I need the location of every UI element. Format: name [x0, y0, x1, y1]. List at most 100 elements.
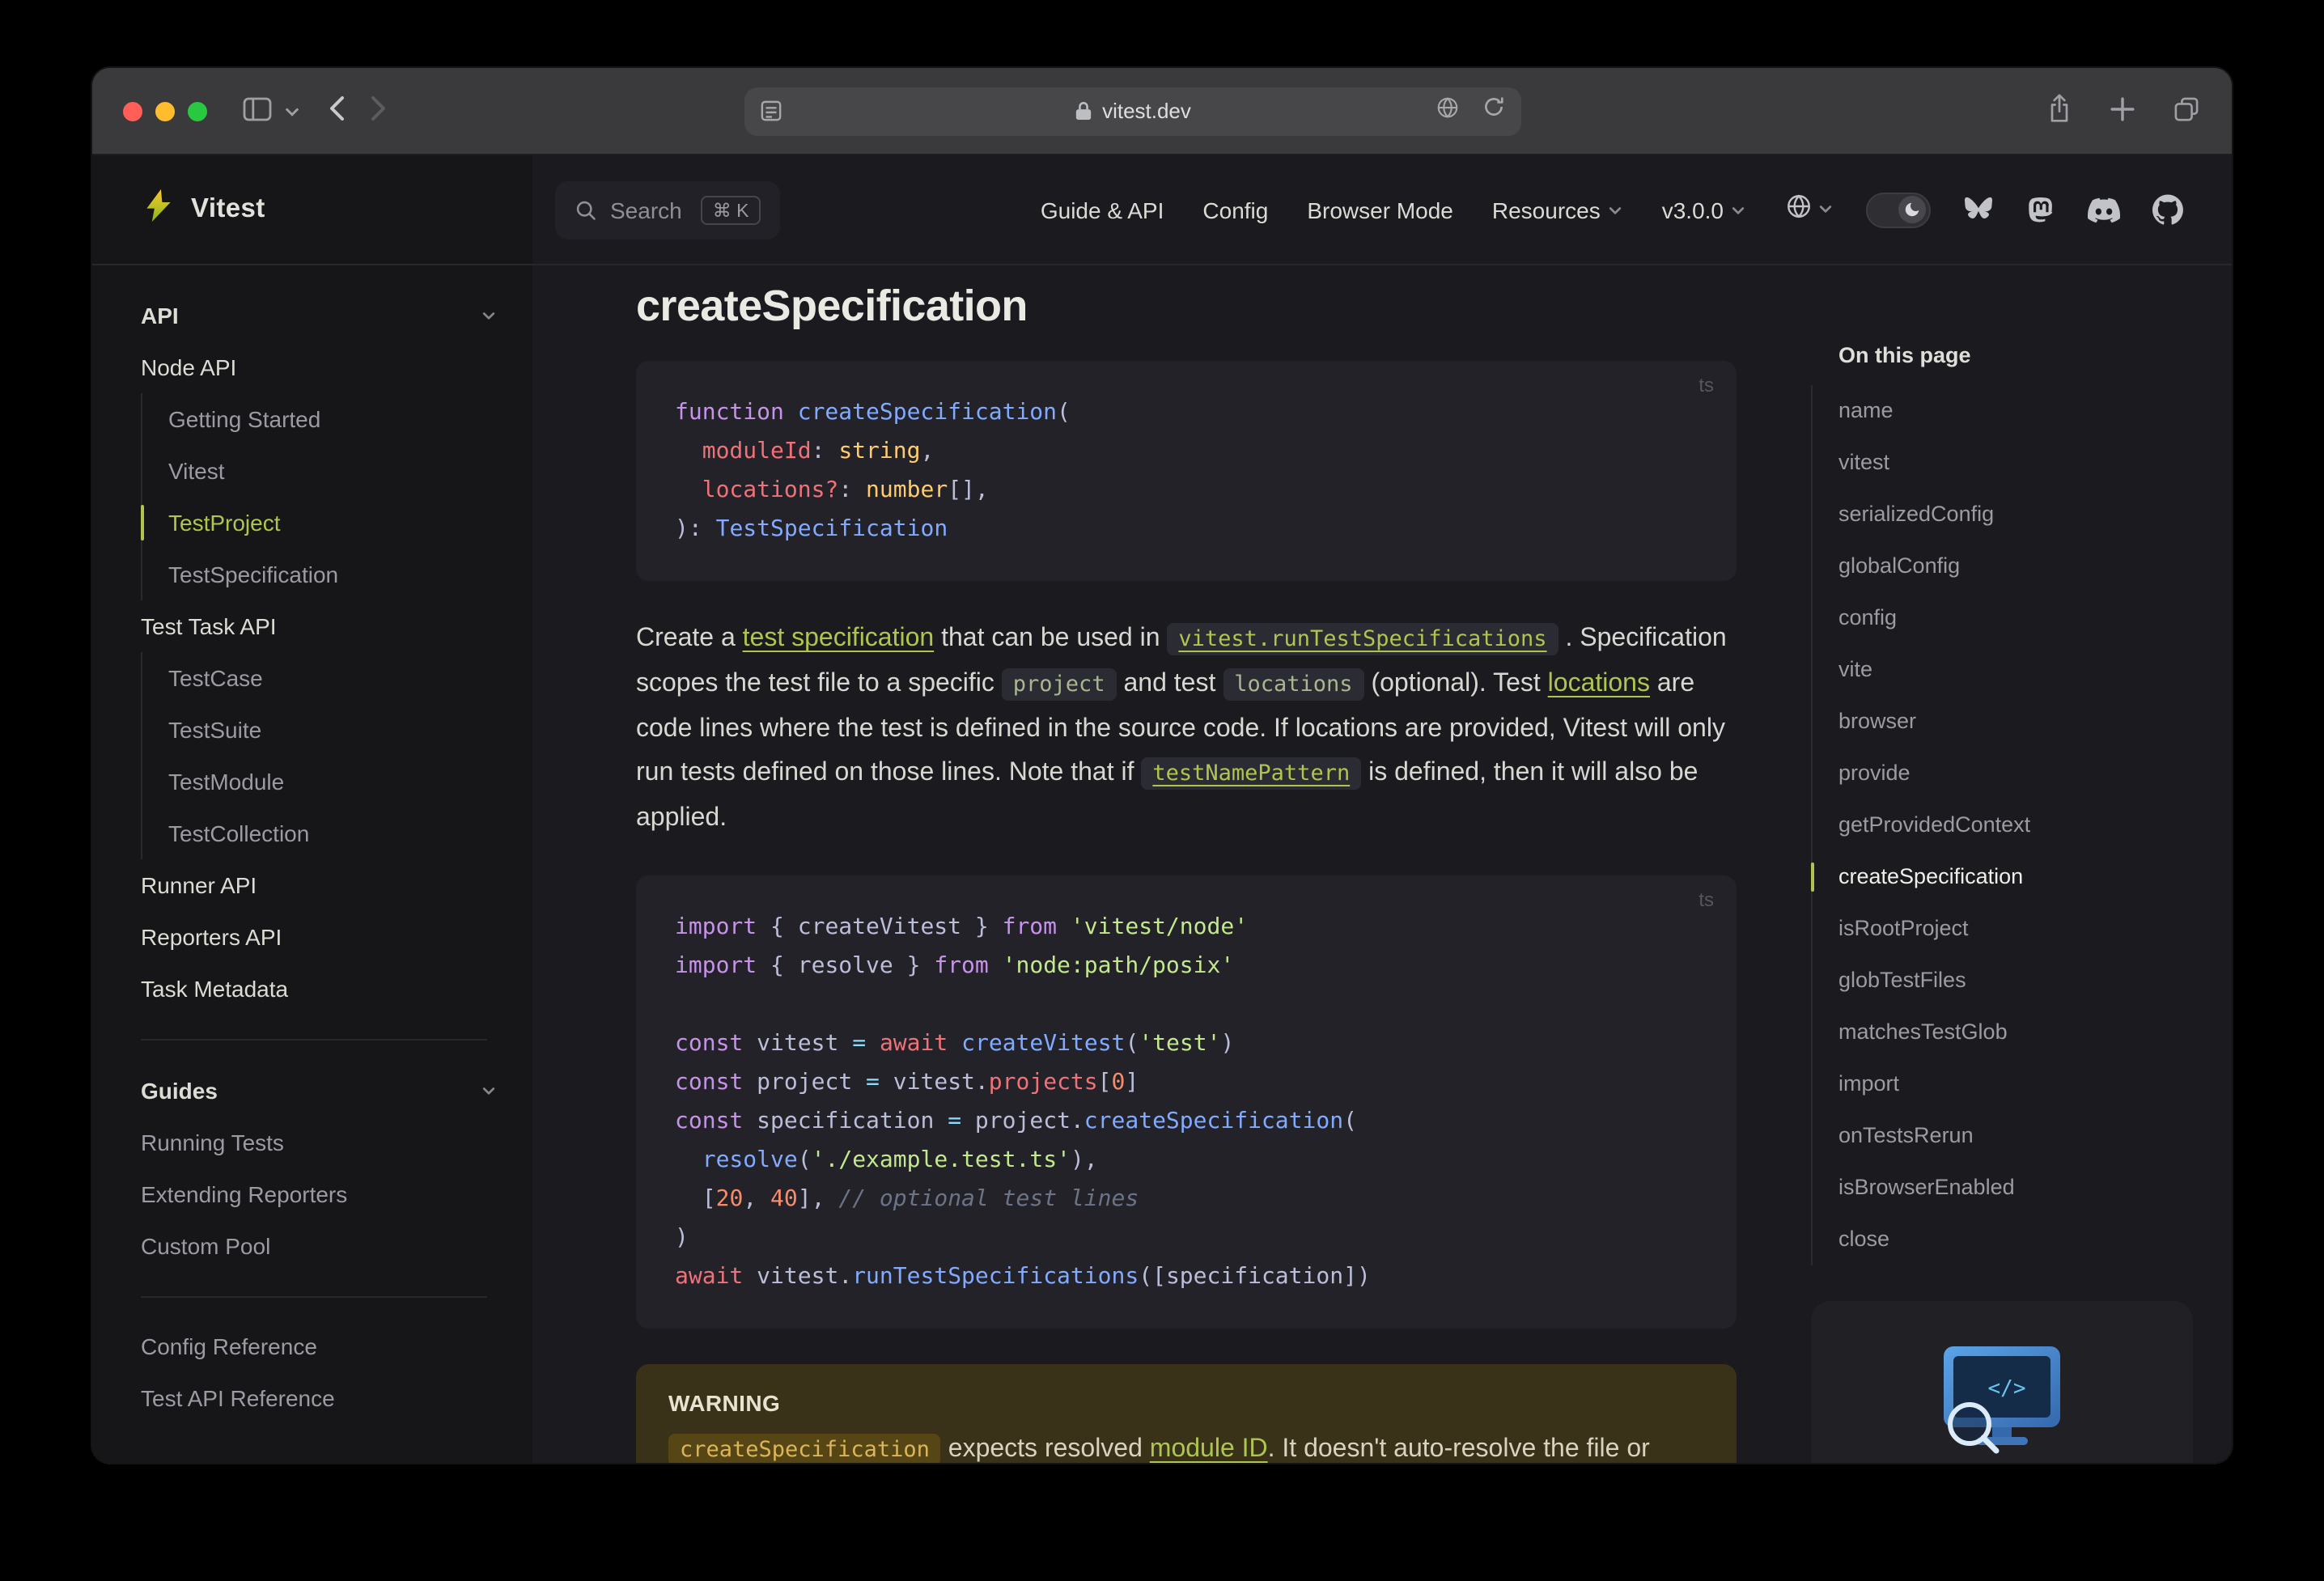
sidebar-item[interactable]: Test Task API	[141, 600, 532, 652]
sidebar-item[interactable]: Getting Started	[168, 393, 532, 445]
nav-link[interactable]: Guide & API	[1041, 197, 1164, 223]
code-block-signature: ts function createSpecification( moduleI…	[636, 361, 1737, 581]
zoom-window-button[interactable]	[188, 101, 207, 121]
mastodon-icon[interactable]	[2026, 194, 2055, 225]
discord-icon[interactable]	[2088, 193, 2120, 226]
sidebar-item[interactable]: TestCollection	[168, 807, 532, 859]
outline-list: name vitest serializedConfig globalConfig co…	[1811, 385, 2193, 1265]
chevron-down-icon	[1607, 197, 1623, 223]
outline-item[interactable]: name	[1813, 385, 2193, 437]
code-scanner-illustration: </>	[1931, 1343, 2073, 1463]
new-tab-button[interactable]	[2110, 96, 2135, 125]
code-lang-badge: ts	[1698, 374, 1714, 396]
search-icon	[575, 198, 597, 221]
chevron-down-icon	[285, 99, 299, 123]
outline-item[interactable]: isBrowserEnabled	[1813, 1162, 2193, 1214]
outline-item[interactable]: isRootProject	[1813, 903, 2193, 955]
sidebar-item[interactable]: Task Metadata	[141, 963, 532, 1015]
bluesky-icon[interactable]	[1963, 196, 1994, 223]
sidebar-toggle-button[interactable]	[243, 96, 272, 125]
sidebar-item[interactable]: Test API Reference	[141, 1372, 532, 1424]
tab-overview-button[interactable]	[2173, 96, 2199, 125]
outline-item[interactable]: matchesTestGlob	[1813, 1007, 2193, 1058]
code-listing: import { createVitest } from 'vitest/nod…	[675, 914, 1371, 1290]
sidebar: Vitest API Node API Getting Started Vitest T…	[92, 155, 532, 1463]
warning-text: createSpecification expects resolved mod…	[668, 1429, 1704, 1463]
browser-toolbar: vitest.dev	[92, 68, 2232, 155]
inline-link[interactable]: module ID	[1150, 1435, 1268, 1463]
reload-icon[interactable]	[1482, 95, 1505, 126]
sidebar-item[interactable]: TestProject	[141, 497, 532, 549]
page-settings-icon[interactable]	[761, 100, 782, 121]
sidebar-section-header[interactable]: API	[141, 288, 532, 341]
inline-link[interactable]: locations	[1548, 670, 1650, 697]
sidebar-item[interactable]: Config Reference	[141, 1320, 532, 1372]
translate-icon[interactable]	[1436, 95, 1460, 127]
doc-paragraph: Create a test specification that can be …	[636, 623, 1727, 832]
forward-icon	[371, 95, 387, 126]
search-button[interactable]: Search ⌘ K	[555, 180, 780, 239]
moon-icon	[1898, 196, 1926, 223]
code-listing: function createSpecification( moduleId: …	[675, 400, 1071, 542]
on-this-page: On this page name vitest serializedConfig g…	[1811, 333, 2193, 1463]
nav-extra	[1785, 192, 2183, 227]
sidebar-item[interactable]: Runner API	[141, 859, 532, 911]
inline-link[interactable]: vitest.runTestSpecifications	[1167, 623, 1559, 655]
nav-link[interactable]: Browser Mode	[1307, 197, 1453, 223]
code-lang-badge: ts	[1698, 888, 1714, 911]
forward-button[interactable]	[371, 95, 387, 126]
outline-item[interactable]: globalConfig	[1813, 540, 2193, 592]
sidebar-item[interactable]: TestSuite	[168, 704, 532, 756]
outline-item[interactable]: createSpecification	[1811, 851, 2193, 903]
search-label: Search	[610, 197, 682, 223]
nav-dropdown[interactable]: Resources	[1492, 196, 1623, 223]
code-block-example: ts import { createVitest } from 'vitest/…	[636, 875, 1737, 1329]
close-window-button[interactable]	[123, 101, 142, 121]
theme-toggle[interactable]	[1866, 192, 1931, 227]
sidebar-item[interactable]: TestSpecification	[168, 549, 532, 600]
back-icon	[329, 95, 345, 126]
share-icon	[2047, 94, 2072, 128]
brand-home-link[interactable]: Vitest	[92, 155, 532, 265]
tab-overview-icon	[2173, 96, 2199, 125]
sidebar-section-header[interactable]: Guides	[141, 1063, 532, 1117]
sidebar-item[interactable]: Vitest	[168, 445, 532, 497]
outline-item[interactable]: vitest	[1813, 437, 2193, 489]
nav-dropdown[interactable]: v3.0.0	[1662, 196, 1746, 223]
sidebar-item[interactable]: TestModule	[168, 756, 532, 807]
window-controls	[92, 101, 207, 121]
outline-item[interactable]: globTestFiles	[1813, 955, 2193, 1007]
browser-window: vitest.dev Vitest API Node API Getting S…	[92, 68, 2232, 1463]
nav-link[interactable]: Config	[1202, 197, 1268, 223]
outline-item[interactable]: onTestsRerun	[1813, 1110, 2193, 1162]
tab-groups-chevron-button[interactable]	[285, 99, 299, 123]
outline-item[interactable]: serializedConfig	[1813, 489, 2193, 540]
sidebar-item[interactable]: Node API	[141, 341, 532, 393]
outline-item[interactable]: provide	[1813, 748, 2193, 799]
outline-item[interactable]: close	[1813, 1214, 2193, 1265]
back-button[interactable]	[329, 95, 345, 126]
inline-link[interactable]: testNamePattern	[1141, 757, 1362, 790]
language-icon	[1785, 192, 1813, 227]
sidebar-item[interactable]: Reporters API	[141, 911, 532, 963]
sponsor-card[interactable]: </>	[1811, 1301, 2193, 1463]
outline-item[interactable]: vite	[1813, 644, 2193, 696]
sidebar-item[interactable]: Custom Pool	[141, 1220, 532, 1272]
outline-title: On this page	[1838, 343, 1971, 367]
outline-item[interactable]: import	[1813, 1058, 2193, 1110]
github-icon[interactable]	[2152, 194, 2183, 225]
sidebar-item[interactable]: Running Tests	[141, 1117, 532, 1168]
divider	[141, 1039, 487, 1041]
nav-links: Guide & API Config Browser Mode Resources v3…	[1041, 196, 1746, 223]
outline-item[interactable]: browser	[1813, 696, 2193, 748]
sidebar-item[interactable]: Extending Reporters	[141, 1168, 532, 1220]
outline-item[interactable]: getProvidedContext	[1813, 799, 2193, 851]
inline-link[interactable]: test specification	[743, 625, 935, 652]
address-bar[interactable]: vitest.dev	[744, 87, 1521, 135]
lock-icon	[1075, 100, 1092, 121]
share-button[interactable]	[2047, 94, 2072, 128]
minimize-window-button[interactable]	[155, 101, 175, 121]
language-menu-button[interactable]	[1785, 192, 1834, 227]
outline-item[interactable]: config	[1813, 592, 2193, 644]
sidebar-item[interactable]: TestCase	[168, 652, 532, 704]
